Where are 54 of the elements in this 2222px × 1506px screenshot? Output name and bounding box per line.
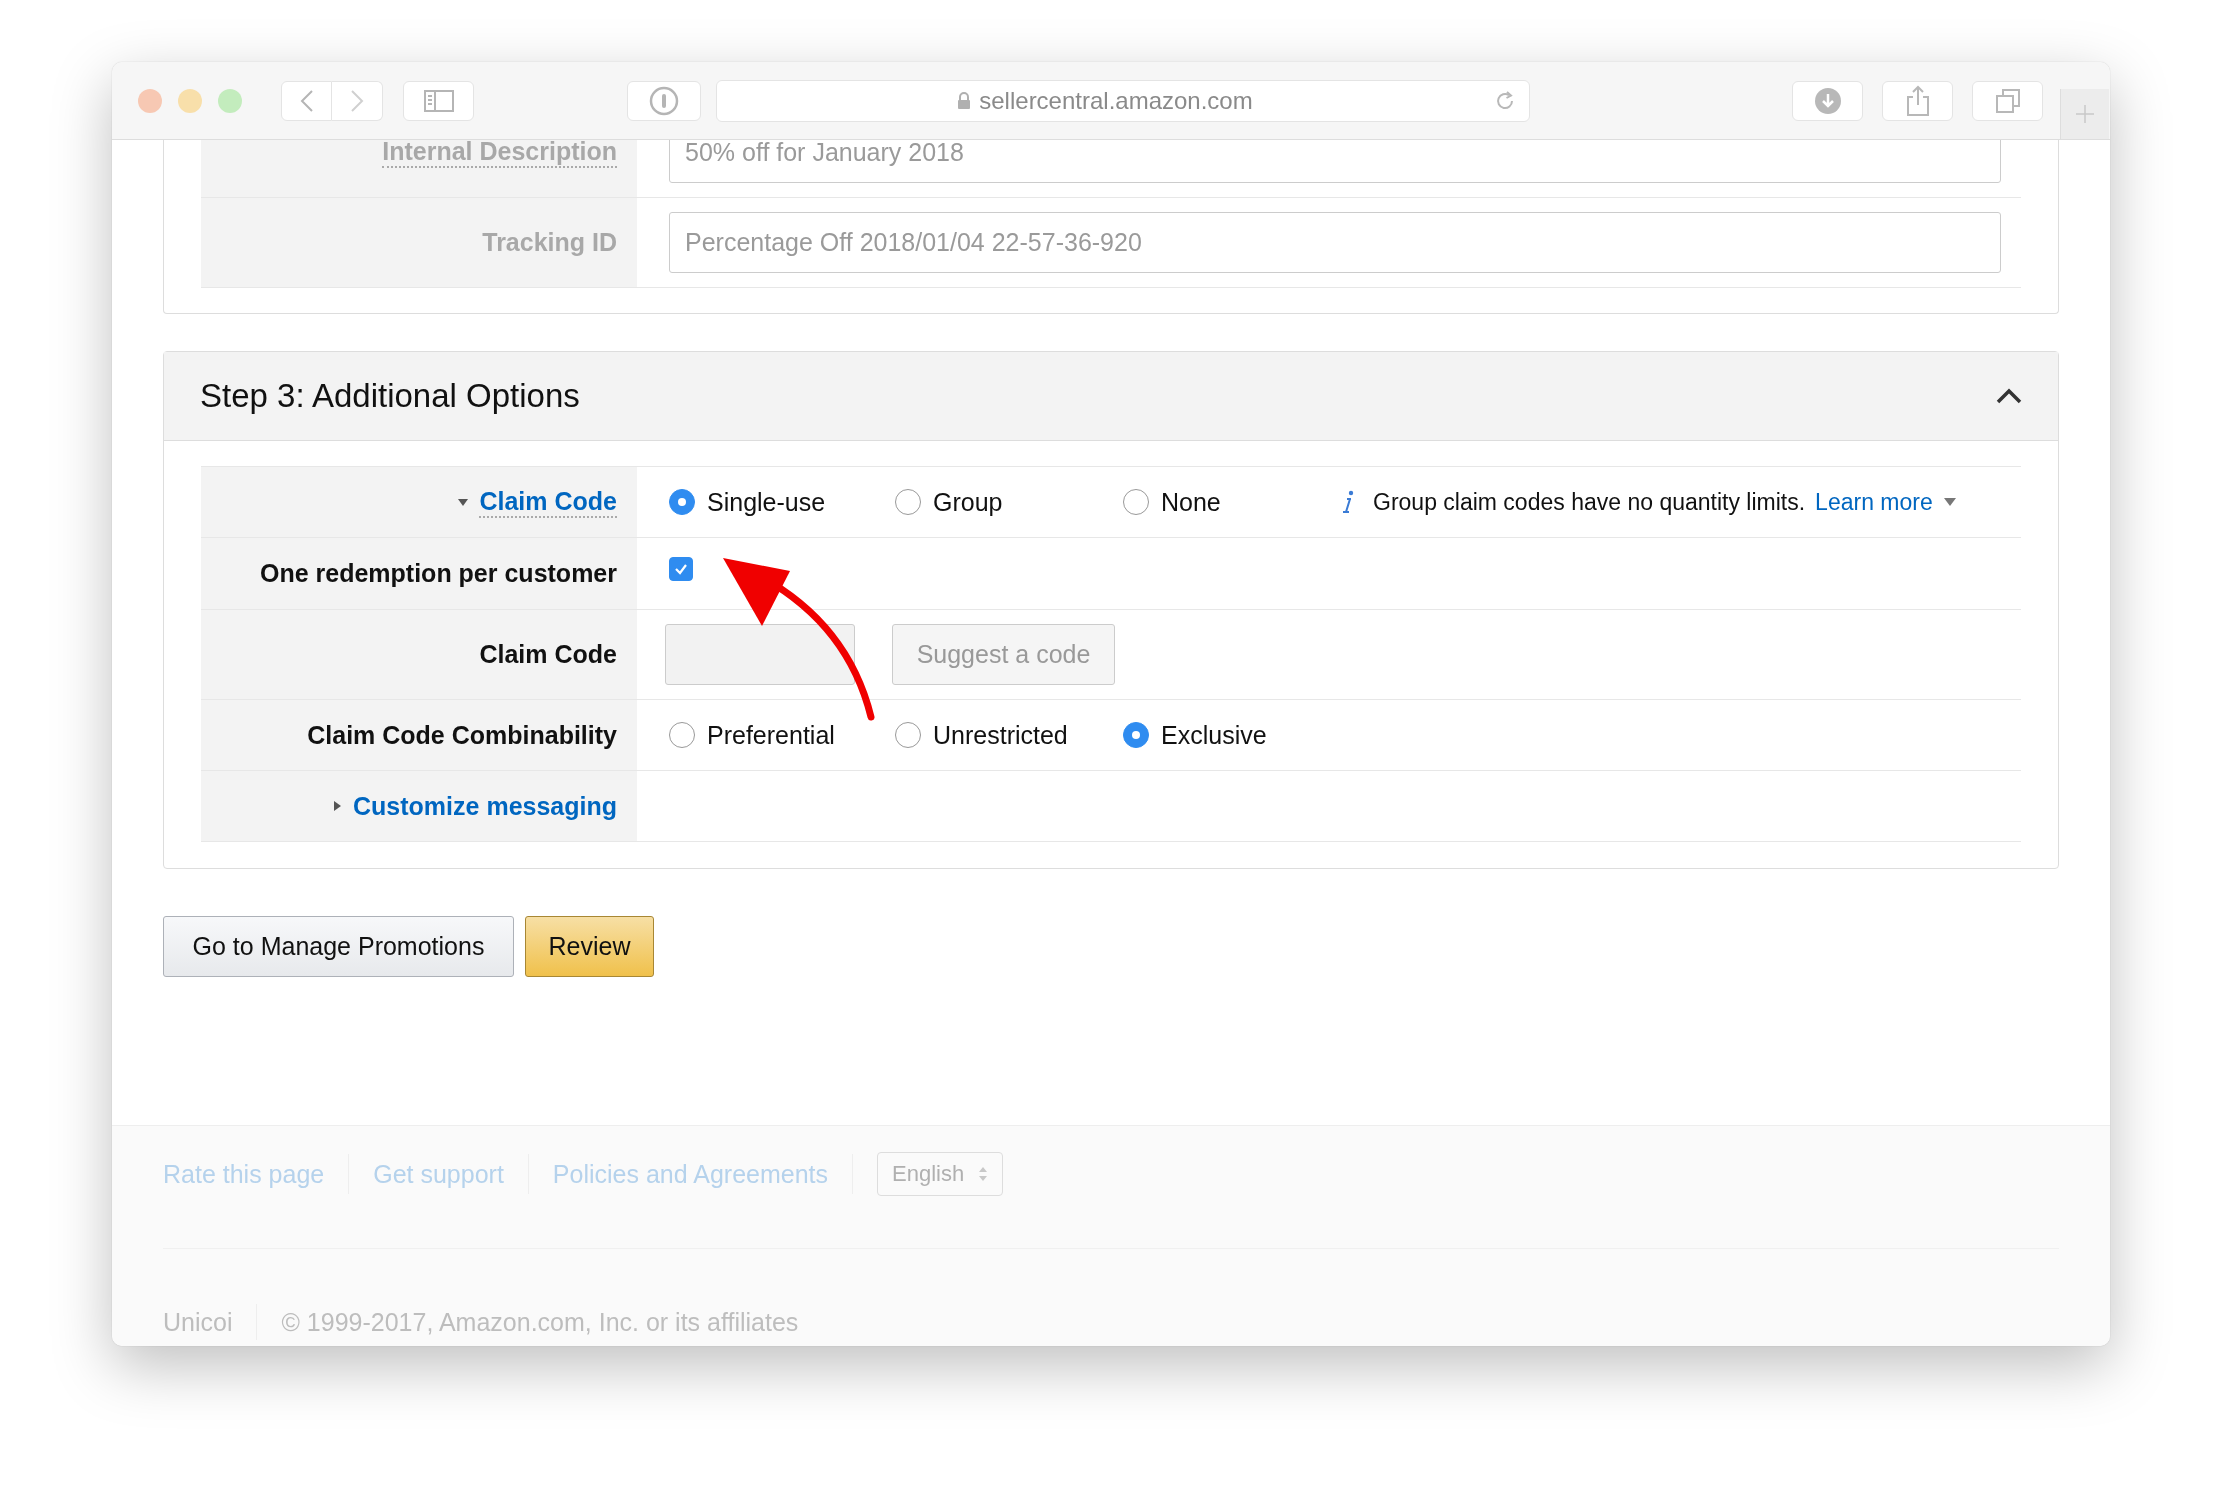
plus-icon bbox=[2075, 104, 2095, 124]
field-label: Claim Code bbox=[479, 640, 617, 669]
radio-option[interactable]: Unrestricted bbox=[895, 720, 1093, 750]
caret-down-icon[interactable] bbox=[1942, 497, 1957, 507]
learn-more-link[interactable]: Learn more bbox=[1815, 488, 1933, 516]
forward-button[interactable] bbox=[332, 80, 383, 121]
footer-text: © 1999-2017, Amazon.com, Inc. or its affiliates bbox=[281, 1307, 799, 1337]
radio-button[interactable] bbox=[895, 489, 921, 515]
keyhole-icon bbox=[649, 85, 679, 116]
radio-button[interactable] bbox=[1123, 722, 1149, 748]
download-button[interactable] bbox=[1792, 80, 1863, 121]
radio-button[interactable] bbox=[1123, 489, 1149, 515]
tabs-icon bbox=[1994, 87, 2021, 114]
field-label: Internal Description bbox=[382, 140, 617, 168]
chevron-right-icon bbox=[350, 88, 364, 113]
chevron-left-icon bbox=[299, 88, 314, 113]
radio-option[interactable]: Single-use bbox=[669, 487, 865, 517]
share-button[interactable] bbox=[1882, 80, 1953, 121]
tabs-button[interactable] bbox=[1972, 80, 2043, 121]
radio-option[interactable]: Preferential bbox=[669, 720, 865, 750]
share-icon bbox=[1905, 84, 1930, 117]
new-tab-button[interactable] bbox=[2060, 89, 2109, 139]
radio-button[interactable] bbox=[895, 722, 921, 748]
code-input-field[interactable] bbox=[665, 624, 855, 685]
download-icon bbox=[1813, 86, 1842, 115]
toggle-link[interactable]: Claim Code bbox=[479, 486, 617, 518]
radio-option[interactable]: Exclusive bbox=[1123, 720, 1283, 750]
field-label: Tracking ID bbox=[482, 228, 617, 257]
section-title: Step 3: Additional Options bbox=[200, 377, 580, 415]
radio-button[interactable] bbox=[669, 489, 695, 515]
field-label: One redemption per customer bbox=[259, 559, 617, 588]
footer-text: Unicoi bbox=[163, 1307, 233, 1337]
updown-icon bbox=[978, 1166, 989, 1182]
radio-button[interactable] bbox=[669, 722, 695, 748]
section-header[interactable]: Step 3: Additional Options bbox=[164, 352, 2058, 441]
toggle-link[interactable]: Customize messaging bbox=[353, 791, 617, 821]
close-button[interactable] bbox=[138, 88, 162, 113]
caret-icon[interactable] bbox=[457, 496, 470, 508]
address-bar[interactable]: sellercentral.amazon.com bbox=[716, 79, 1530, 122]
back-button[interactable] bbox=[281, 80, 332, 121]
info-text: Group claim codes have no quantity limits. bbox=[1373, 488, 1806, 516]
review-button[interactable]: Review bbox=[525, 916, 654, 977]
field-label: Claim Code Combinability bbox=[307, 720, 617, 750]
manage-button[interactable]: Go to Manage Promotions bbox=[163, 916, 514, 977]
checkbox[interactable] bbox=[669, 556, 693, 581]
radio-option[interactable]: None bbox=[1123, 487, 1283, 517]
chevron-up-icon[interactable] bbox=[1996, 388, 2022, 404]
url-text: sellercentral.amazon.com bbox=[979, 86, 1253, 115]
sidebar-button[interactable] bbox=[403, 80, 474, 121]
lock-icon bbox=[957, 91, 972, 110]
sidebar-icon bbox=[423, 89, 454, 112]
info-icon bbox=[1341, 490, 1355, 514]
radio-option[interactable]: Group bbox=[895, 487, 1093, 517]
password-button[interactable] bbox=[627, 80, 701, 121]
